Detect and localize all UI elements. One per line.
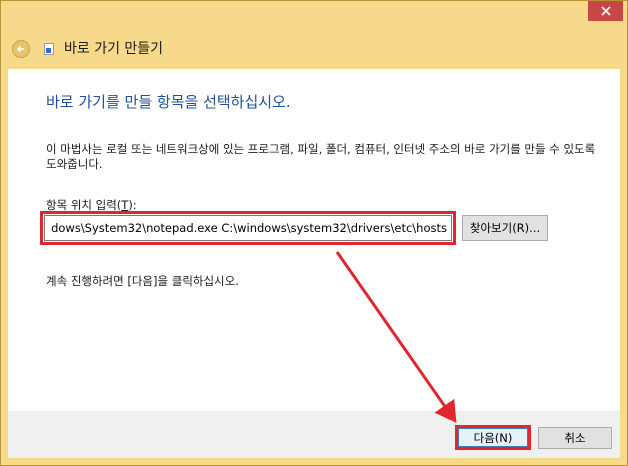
back-arrow-icon — [16, 45, 24, 53]
continue-instruction: 계속 진행하려면 [다음]을 클릭하십시오. — [46, 274, 239, 288]
close-icon — [600, 6, 611, 16]
location-label-prefix: 항목 위치 입력( — [46, 198, 122, 212]
location-label: 항목 위치 입력(T): — [46, 198, 137, 212]
close-button[interactable] — [588, 1, 623, 21]
window-title: 바로 가기 만들기 — [64, 41, 164, 57]
wizard-description: 이 마법사는 로컬 또는 네트워크상에 있는 프로그램, 파일, 폴더, 컴퓨터… — [46, 142, 596, 171]
browse-button[interactable]: 찾아보기(R)... — [462, 215, 548, 241]
page-heading: 바로 가기를 만들 항목을 선택하십시오. — [46, 93, 291, 111]
cancel-button[interactable]: 취소 — [538, 427, 612, 449]
location-label-suffix: ): — [128, 198, 137, 212]
location-input[interactable] — [44, 215, 452, 241]
shortcut-icon — [44, 43, 54, 55]
next-button[interactable]: 다음(N) — [458, 428, 528, 447]
back-button[interactable] — [12, 40, 30, 58]
